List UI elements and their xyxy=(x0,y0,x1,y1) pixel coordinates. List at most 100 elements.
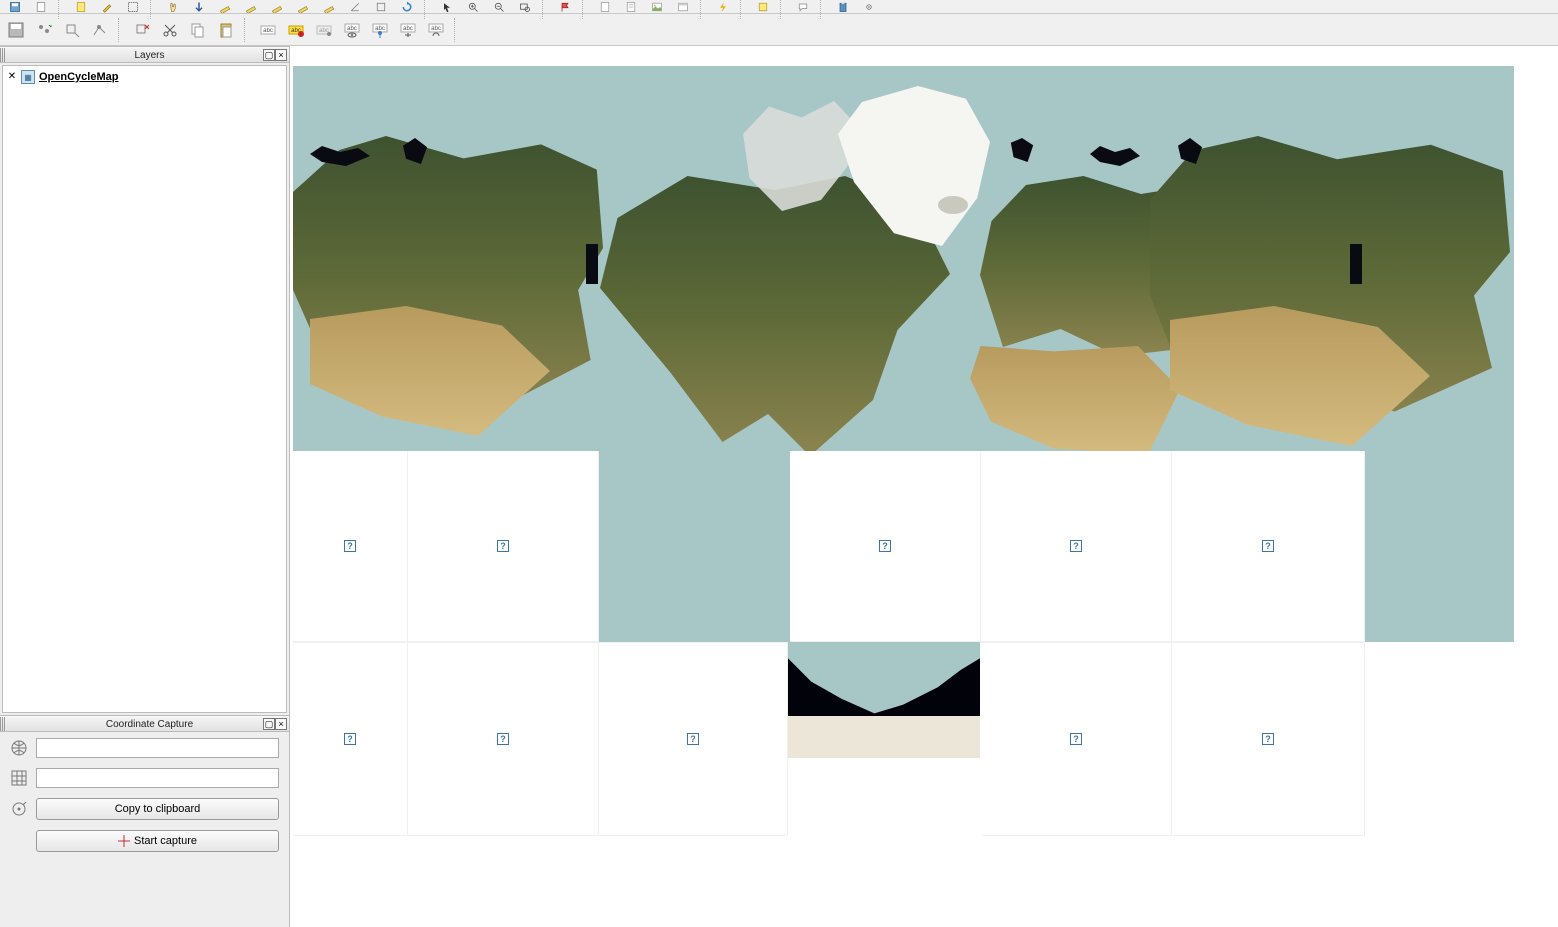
sticky-icon[interactable] xyxy=(752,1,774,13)
ruler-1-icon[interactable] xyxy=(214,1,236,13)
arrow-down-icon[interactable] xyxy=(188,1,210,13)
copy-label: Copy to clipboard xyxy=(115,803,201,815)
arctic-edge-1 xyxy=(586,244,598,284)
missing-tile-icon: ? xyxy=(344,540,356,552)
map-tile-missing: ? xyxy=(293,642,408,836)
toolbar-separator xyxy=(424,0,430,19)
pencil-icon[interactable] xyxy=(96,1,118,13)
svg-text:abc: abc xyxy=(347,26,357,32)
ruler-2-icon[interactable] xyxy=(240,1,262,13)
map-tile-missing: ? xyxy=(293,451,408,642)
toolbar-separator xyxy=(740,0,746,19)
doc-2-icon[interactable] xyxy=(620,1,642,13)
toolbar-separator xyxy=(700,0,706,19)
paste-button[interactable] xyxy=(214,18,238,42)
toolbar-separator xyxy=(820,0,826,19)
delete-selected-button[interactable] xyxy=(130,18,154,42)
measure-area-icon[interactable] xyxy=(370,1,392,13)
ruler-3-icon[interactable] xyxy=(266,1,288,13)
start-capture-button[interactable]: Start capture xyxy=(36,830,279,852)
flag-icon[interactable] xyxy=(554,1,576,13)
zoom-in-icon[interactable] xyxy=(462,1,484,13)
label-abc-move-button[interactable]: abc xyxy=(396,18,420,42)
landmass-iceland xyxy=(938,196,968,214)
coordinate-capture-title: Coordinate Capture xyxy=(10,719,289,730)
undock-icon[interactable]: ▢ xyxy=(263,49,275,61)
close-icon[interactable]: × xyxy=(275,49,287,61)
lightning-icon[interactable] xyxy=(712,1,734,13)
arctic-edge-2 xyxy=(1350,244,1362,284)
angle-icon[interactable] xyxy=(344,1,366,13)
raster-layer-icon: ▦ xyxy=(21,70,35,84)
globe-icon[interactable] xyxy=(10,739,28,757)
undock-icon[interactable]: ▢ xyxy=(263,718,275,730)
tracking-icon[interactable] xyxy=(10,800,28,818)
map-canvas[interactable]: ? ? ? ? ? ? ? ? ? ? xyxy=(290,46,1558,927)
hand-icon[interactable] xyxy=(162,1,184,13)
ruler-5-icon[interactable] xyxy=(318,1,340,13)
grid-icon[interactable] xyxy=(10,769,28,787)
missing-tile-icon: ? xyxy=(1262,540,1274,552)
missing-tile-icon: ? xyxy=(879,540,891,552)
toolbar-separator xyxy=(150,0,156,19)
missing-tile-icon: ? xyxy=(497,540,509,552)
close-icon[interactable]: × xyxy=(275,718,287,730)
save-icon[interactable] xyxy=(4,1,26,13)
image-icon[interactable] xyxy=(646,1,668,13)
move-feature-button[interactable] xyxy=(60,18,84,42)
map-margin-top xyxy=(293,46,1558,66)
drag-handle-icon[interactable] xyxy=(0,717,6,731)
copy-to-clipboard-button[interactable]: Copy to clipboard xyxy=(36,798,279,820)
note-icon[interactable] xyxy=(70,1,92,13)
edit-toolbar: abc abc abc abc abc abc abc xyxy=(0,14,1558,46)
start-capture-label: Start capture xyxy=(134,835,197,847)
canvas-coordinate-input[interactable] xyxy=(36,768,279,788)
sidebar: Layers ▢ × ✕ ▦ OpenCycleMap Coordinate C… xyxy=(0,46,290,927)
zoom-box-icon[interactable] xyxy=(514,1,536,13)
label-abc-rotate-button[interactable]: abc xyxy=(424,18,448,42)
add-feature-button[interactable] xyxy=(32,18,56,42)
toolbar-separator xyxy=(454,18,460,42)
label-abc-1-button[interactable]: abc xyxy=(256,18,280,42)
map-tile-missing: ? xyxy=(1172,451,1365,642)
file-icon[interactable] xyxy=(30,1,52,13)
copy-button[interactable] xyxy=(186,18,210,42)
label-abc-pin-button[interactable]: abc xyxy=(368,18,392,42)
cut-button[interactable] xyxy=(158,18,182,42)
toolbar-separator xyxy=(244,18,250,42)
map-tile-missing: ? xyxy=(599,642,788,836)
missing-tile-icon: ? xyxy=(497,733,509,745)
label-abc-gray-button[interactable]: abc xyxy=(312,18,336,42)
map-tile-missing: ? xyxy=(981,451,1172,642)
map-tile-missing: ? xyxy=(408,451,599,642)
svg-text:abc: abc xyxy=(263,28,273,34)
layers-panel-header[interactable]: Layers ▢ × xyxy=(0,47,289,63)
gear-small-icon[interactable] xyxy=(858,1,880,13)
label-abc-highlight-button[interactable]: abc xyxy=(284,18,308,42)
clipboard-icon[interactable] xyxy=(832,1,854,13)
svg-text:abc: abc xyxy=(431,26,441,32)
layer-item[interactable]: ✕ ▦ OpenCycleMap xyxy=(7,70,282,84)
chat-icon[interactable] xyxy=(792,1,814,13)
coordinate-capture-panel: Coordinate Capture ▢ × Copy to clipboa xyxy=(0,715,289,927)
missing-tile-icon: ? xyxy=(1070,733,1082,745)
layer-name[interactable]: OpenCycleMap xyxy=(39,71,118,83)
drag-handle-icon[interactable] xyxy=(0,48,6,62)
ruler-4-icon[interactable] xyxy=(292,1,314,13)
refresh-icon[interactable] xyxy=(396,1,418,13)
save-edits-button[interactable] xyxy=(4,18,28,42)
map-tile-missing: ? xyxy=(981,642,1172,836)
pointer-icon[interactable] xyxy=(436,1,458,13)
layers-panel-title: Layers xyxy=(10,50,289,61)
node-tool-button[interactable] xyxy=(88,18,112,42)
window-icon[interactable] xyxy=(672,1,694,13)
select-icon[interactable] xyxy=(122,1,144,13)
missing-tile-icon: ? xyxy=(687,733,699,745)
doc-1-icon[interactable] xyxy=(594,1,616,13)
layers-list: ✕ ▦ OpenCycleMap xyxy=(2,65,287,713)
coordinate-capture-header[interactable]: Coordinate Capture ▢ × xyxy=(0,716,289,732)
crs-coordinate-input[interactable] xyxy=(36,738,279,758)
label-abc-eye-button[interactable]: abc xyxy=(340,18,364,42)
zoom-out-icon[interactable] xyxy=(488,1,510,13)
layer-remove-icon[interactable]: ✕ xyxy=(7,72,17,82)
